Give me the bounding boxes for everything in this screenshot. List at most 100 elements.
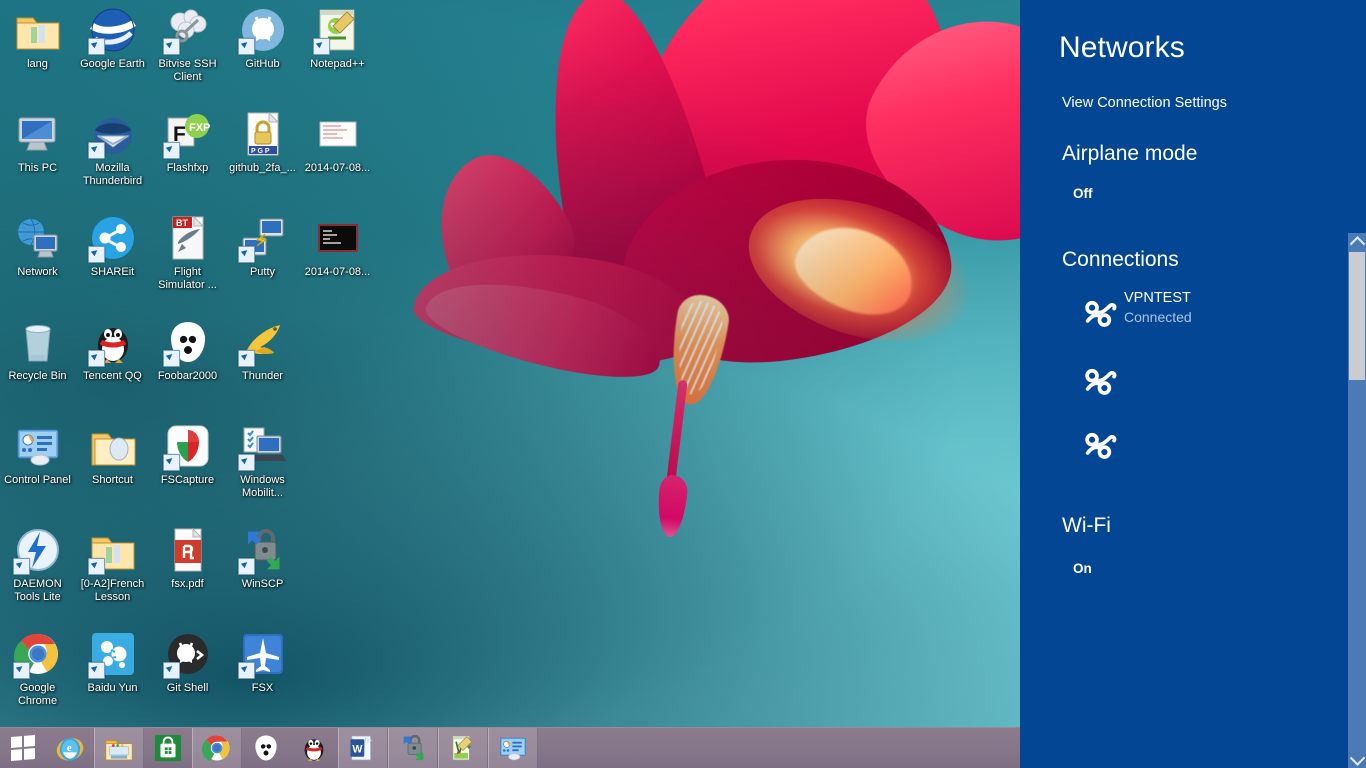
connection-status: Connected	[1124, 309, 1192, 325]
desktop-icon-label: FSCapture	[160, 474, 215, 486]
desktop-icon-network[interactable]: Network	[0, 214, 75, 279]
taskbar: e W ++	[0, 727, 1020, 768]
desktop-icon-tencent-qq[interactable]: Tencent QQ	[75, 318, 150, 383]
recycle-bin-icon	[14, 318, 62, 366]
desktop-icon-label: 2014-07-08...	[304, 266, 371, 278]
desktop-icon-label: Git Shell	[166, 682, 209, 694]
desktop-icon-label: GitHub	[245, 58, 280, 70]
desktop-icon-label: This PC	[17, 162, 58, 174]
taskbar-item-google-chrome[interactable]	[192, 728, 242, 768]
desktop-icon-putty[interactable]: Putty	[225, 214, 300, 279]
view-connection-settings-link[interactable]: View Connection Settings	[1062, 95, 1227, 111]
desktop-icon-label: Google Earth	[80, 58, 145, 70]
taskbar-item-control-panel[interactable]	[488, 728, 538, 768]
desktop-icon-fsx[interactable]: FSX	[225, 630, 300, 695]
desktop-icon-daemon-tools-lite[interactable]: DAEMON Tools Lite	[0, 526, 75, 603]
svg-text:FXP: FXP	[189, 122, 210, 134]
desktop-icon-folder[interactable]: [0-A2]French Lesson	[75, 526, 150, 603]
desktop-icon-pdf-file[interactable]: fsx.pdf	[150, 526, 225, 591]
desktop-icon-windows-mobility-center[interactable]: Windows Mobilit...	[225, 422, 300, 499]
connection-item[interactable]	[1082, 422, 1332, 474]
taskbar-item-winscp[interactable]	[388, 728, 438, 768]
taskbar-item-microsoft-word[interactable]: W	[338, 728, 388, 768]
desktop-icon-label: Flight Simulator ...	[158, 266, 217, 291]
desktop-icon-thunderbird[interactable]: Mozilla Thunderbird	[75, 110, 150, 187]
shortcut-overlay-icon	[237, 350, 255, 367]
vpn-connection-icon	[1082, 430, 1118, 460]
desktop-icon-shareit[interactable]: SHAREit	[75, 214, 150, 279]
shortcut-overlay-icon	[162, 350, 180, 367]
desktop-icon-label: Thunder	[242, 370, 283, 382]
desktop-icon-label: DAEMON Tools Lite	[13, 578, 62, 603]
connection-item[interactable]: VPNTEST Connected	[1082, 290, 1332, 342]
shortcut-overlay-icon	[237, 38, 255, 55]
desktop-icon-github[interactable]: GitHub	[225, 6, 300, 71]
image-file-icon	[314, 110, 362, 158]
shortcut-overlay-icon	[87, 662, 105, 679]
thunder-icon	[237, 318, 287, 367]
scroll-up-icon[interactable]	[1348, 233, 1366, 252]
desktop-icon-label: Google Chrome	[17, 682, 58, 707]
winscp-icon	[398, 733, 428, 763]
shortcut-overlay-icon	[12, 558, 30, 575]
desktop-icon-winscp[interactable]: WinSCP	[225, 526, 300, 591]
desktop-icon-label: FSX	[251, 682, 274, 694]
terminal-screenshot-icon	[314, 214, 362, 262]
taskbar-item-notepad-plus-plus[interactable]: ++	[438, 728, 488, 768]
windows-store-icon	[153, 733, 183, 763]
desktop-icon-git-shell[interactable]: Git Shell	[150, 630, 225, 695]
desktop-icon-thunder[interactable]: Thunder	[225, 318, 300, 383]
desktop-icon-flight-simulator-torrent[interactable]: BT Flight Simulator ...	[150, 214, 225, 291]
taskbar-item-tencent-qq[interactable]	[290, 728, 338, 768]
desktop-icon-bitvise-ssh-client[interactable]: Bitvise SSH Client	[150, 6, 225, 83]
notepad-plus-plus-icon	[312, 6, 362, 55]
svg-text:W: W	[352, 743, 362, 755]
flashfxp-icon: F FXP	[162, 110, 212, 159]
networks-flyout-panel: Networks View Connection Settings Airpla…	[1020, 0, 1366, 768]
airplane-mode-state-label: Off	[1073, 186, 1093, 201]
desktop-icon-folder-shortcut[interactable]: Shortcut	[75, 422, 150, 487]
shortcut-overlay-icon	[162, 454, 180, 471]
connection-item[interactable]	[1082, 358, 1332, 410]
taskbar-item-windows-store[interactable]	[144, 728, 192, 768]
svg-text:P G P: P G P	[251, 148, 270, 155]
connections-heading: Connections	[1062, 248, 1179, 271]
page-title: Networks	[1059, 31, 1185, 64]
flight-simulator-torrent-icon: BT	[164, 214, 212, 262]
desktop-icon-label: Windows Mobilit...	[240, 474, 285, 499]
wifi-state-label: On	[1073, 561, 1092, 576]
start-button[interactable]	[0, 728, 46, 768]
vpn-connection-icon	[1082, 298, 1118, 328]
desktop-icon-this-pc[interactable]: This PC	[0, 110, 75, 175]
desktop-icon-label: Network	[17, 266, 58, 278]
control-panel-icon	[14, 422, 62, 470]
desktop-icon-baidu-yun[interactable]: Baidu Yun	[75, 630, 150, 695]
scroll-down-icon[interactable]	[1348, 749, 1366, 768]
taskbar-item-foobar2000[interactable]	[242, 728, 290, 768]
desktop-icon-recycle-bin[interactable]: Recycle Bin	[0, 318, 75, 383]
shortcut-overlay-icon	[237, 662, 255, 679]
panel-scrollbar[interactable]	[1348, 233, 1366, 768]
svg-text:e: e	[67, 743, 72, 754]
git-shell-icon	[162, 630, 212, 679]
desktop-icon-foobar2000[interactable]: Foobar2000	[150, 318, 225, 383]
desktop-icon-control-panel[interactable]: Control Panel	[0, 422, 75, 487]
desktop-icon-label: [0-A2]French Lesson	[80, 578, 145, 603]
shortcut-overlay-icon	[12, 662, 30, 679]
desktop-icon-folder[interactable]: lang	[0, 6, 75, 71]
foobar2000-icon	[162, 318, 212, 367]
desktop-icon-flashfxp[interactable]: F FXP Flashfxp	[150, 110, 225, 175]
taskbar-item-internet-explorer[interactable]: e	[46, 728, 94, 768]
desktop-icon-notepad-plus-plus[interactable]: Notepad++	[300, 6, 375, 71]
scrollbar-thumb[interactable]	[1349, 252, 1365, 380]
desktop-icon-google-chrome[interactable]: Google Chrome	[0, 630, 75, 707]
desktop-icon-image-file[interactable]: 2014-07-08...	[300, 110, 375, 175]
desktop-icon-pgp-file[interactable]: P G P github_2fa_...	[225, 110, 300, 175]
taskbar-items: e W ++	[46, 728, 538, 768]
desktop-icon-terminal-screenshot[interactable]: 2014-07-08...	[300, 214, 375, 279]
connection-name: VPNTEST	[1124, 290, 1191, 306]
taskbar-item-file-explorer[interactable]	[94, 728, 144, 768]
desktop-icon-google-earth[interactable]: Google Earth	[75, 6, 150, 71]
desktop-icon-fscapture[interactable]: FSCapture	[150, 422, 225, 487]
windows-mobility-center-icon	[237, 422, 287, 471]
